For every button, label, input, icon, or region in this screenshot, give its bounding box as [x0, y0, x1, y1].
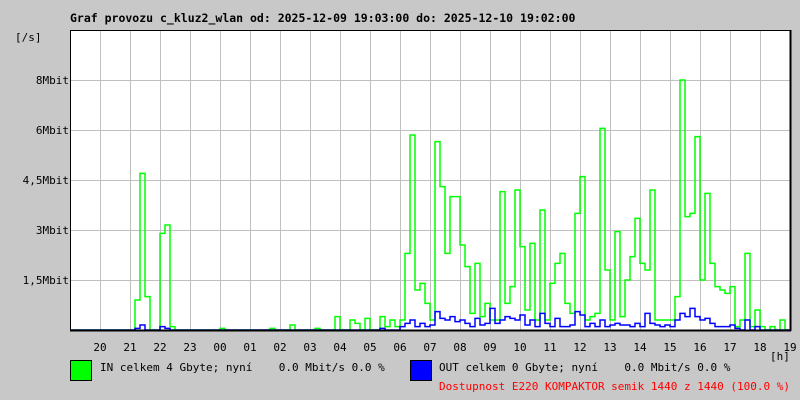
chart-title: Graf provozu c_kluz2_wlan od: 2025-12-09…	[70, 11, 575, 26]
x-tick-label: 04	[333, 341, 347, 354]
availability-text: Dostupnost E220 KOMPAKTOR semik 1440 z 1…	[439, 380, 790, 393]
x-tick-label: 23	[183, 341, 196, 354]
x-tick-label: 12	[573, 341, 586, 354]
y-tick-label: 4,5Mbit	[23, 174, 69, 187]
traffic-chart: Graf provozu c_kluz2_wlan od: 2025-12-09…	[0, 0, 800, 400]
x-tick-label: 02	[273, 341, 286, 354]
x-tick-label: 08	[453, 341, 466, 354]
x-tick-label: 03	[303, 341, 316, 354]
x-tick-label: 16	[693, 341, 706, 354]
x-tick-label: 18	[753, 341, 766, 354]
x-tick-label: 07	[423, 341, 436, 354]
y-tick-label: 3Mbit	[36, 224, 69, 237]
y-tick-label: 1,5Mbit	[23, 274, 69, 287]
legend-in-text: IN celkem 4 Gbyte; nyní 0.0 Mbit/s 0.0 %	[100, 361, 385, 374]
x-tick-label: 01	[243, 341, 256, 354]
y-axis-unit: [/s]	[15, 31, 42, 44]
x-tick-label: 13	[603, 341, 616, 354]
x-tick-label: 20	[93, 341, 106, 354]
y-tick-label: 6Mbit	[36, 124, 69, 137]
x-tick-label: 09	[483, 341, 496, 354]
x-tick-label: 21	[123, 341, 136, 354]
legend-out-swatch	[410, 360, 432, 381]
legend-in-swatch	[70, 360, 92, 381]
x-tick-label: 22	[153, 341, 166, 354]
legend-out-text: OUT celkem 0 Gbyte; nyní 0.0 Mbit/s 0.0 …	[439, 361, 731, 374]
x-tick-label: 05	[363, 341, 376, 354]
x-tick-label: 10	[513, 341, 526, 354]
x-tick-label: 14	[633, 341, 647, 354]
y-tick-label: 8Mbit	[36, 74, 69, 87]
x-tick-label: 06	[393, 341, 406, 354]
x-axis-unit: [h]	[770, 350, 790, 363]
x-tick-label: 17	[723, 341, 736, 354]
x-tick-label: 15	[663, 341, 676, 354]
x-tick-label: 00	[213, 341, 226, 354]
x-tick-label: 11	[543, 341, 556, 354]
